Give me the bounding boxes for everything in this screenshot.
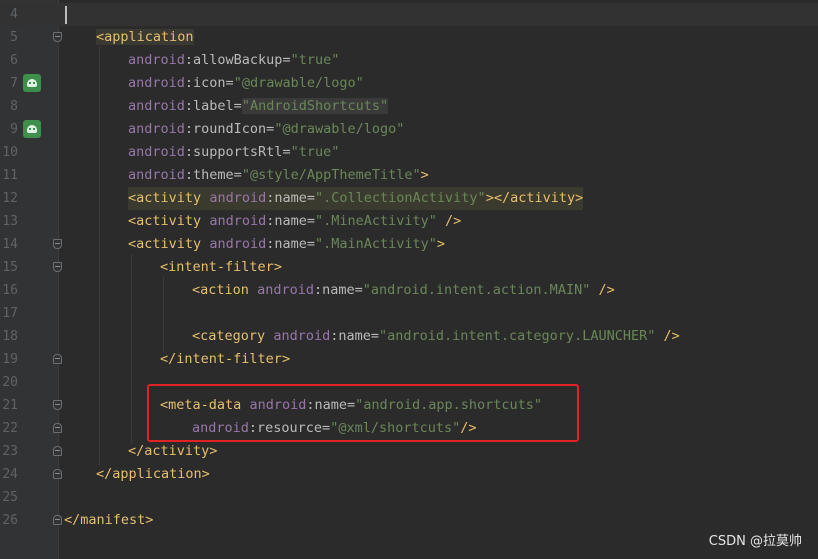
fold-toggle-icon[interactable]: [53, 32, 62, 42]
code-line[interactable]: 12 <activity android:name=".CollectionAc…: [0, 187, 818, 210]
code-line[interactable]: 17: [0, 302, 818, 325]
code-line[interactable]: 25: [0, 486, 818, 509]
text-cursor: [65, 6, 67, 24]
fold-toggle-icon[interactable]: [53, 400, 62, 410]
code-line[interactable]: 9 android:roundIcon="@drawable/logo": [0, 118, 818, 141]
code-text: <intent-filter>: [160, 259, 282, 275]
code-line[interactable]: 13 <activity android:name=".MineActivity…: [0, 210, 818, 233]
code-line[interactable]: 14 <activity android:name=".MainActivity…: [0, 233, 818, 256]
line-number: 13: [2, 214, 18, 229]
code-text: <activity android:name=".MineActivity" /…: [128, 213, 462, 229]
line-number: 20: [2, 375, 18, 390]
line-number: 17: [2, 306, 18, 321]
android-resource-icon[interactable]: [23, 74, 41, 92]
code-line[interactable]: 7 android:icon="@drawable/logo": [0, 72, 818, 95]
line-number: 16: [2, 283, 18, 298]
code-text: </activity>: [128, 443, 218, 459]
line-number: 10: [2, 145, 18, 160]
line-number: 19: [2, 352, 18, 367]
fold-toggle-icon[interactable]: [53, 354, 62, 364]
code-line[interactable]: 15 <intent-filter>: [0, 256, 818, 279]
code-text: android:allowBackup="true": [128, 52, 340, 68]
code-text: </manifest>: [64, 512, 154, 528]
fold-toggle-icon[interactable]: [53, 239, 62, 249]
code-line[interactable]: 8 android:label="AndroidShortcuts": [0, 95, 818, 118]
code-line[interactable]: 10 android:supportsRtl="true": [0, 141, 818, 164]
code-line[interactable]: 26 </manifest>: [0, 509, 818, 532]
code-line[interactable]: 19 </intent-filter>: [0, 348, 818, 371]
code-text: android:label="AndroidShortcuts": [128, 98, 389, 114]
code-line[interactable]: 6 android:allowBackup="true": [0, 49, 818, 72]
code-text: <activity android:name=".CollectionActiv…: [128, 187, 584, 210]
line-number: 26: [2, 513, 18, 528]
line-number: 21: [2, 398, 18, 413]
line-number: 4: [10, 7, 18, 22]
line-number: 18: [2, 329, 18, 344]
line-number: 9: [10, 122, 18, 137]
line-number: 15: [2, 260, 18, 275]
code-text: <activity android:name=".MainActivity">: [128, 236, 446, 252]
code-text: android:icon="@drawable/logo": [128, 75, 364, 91]
code-text: <category android:name="android.intent.c…: [192, 328, 680, 344]
fold-toggle-icon[interactable]: [53, 446, 62, 456]
line-number: 25: [2, 490, 18, 505]
fold-toggle-icon[interactable]: [53, 469, 62, 479]
line-number: 12: [2, 191, 18, 206]
code-line[interactable]: 18 <category android:name="android.inten…: [0, 325, 818, 348]
line-number: 23: [2, 444, 18, 459]
code-text: android:theme="@style/AppThemeTitle">: [128, 167, 429, 183]
line-number: 14: [2, 237, 18, 252]
code-line[interactable]: 4: [0, 3, 818, 26]
fold-toggle-icon[interactable]: [53, 262, 62, 272]
highlight-annotation-box: [147, 384, 579, 442]
code-text: <action android:name="android.intent.act…: [192, 282, 615, 298]
fold-toggle-icon[interactable]: [53, 423, 62, 433]
code-text: android:roundIcon="@drawable/logo": [128, 121, 405, 137]
code-text: <application: [96, 29, 194, 45]
line-number: 7: [10, 76, 18, 91]
code-editor[interactable]: 4 5 <application 6 android:allowBackup="…: [0, 0, 818, 559]
line-number: 8: [10, 99, 18, 114]
code-text: </application>: [96, 466, 210, 482]
code-text: </intent-filter>: [160, 351, 291, 367]
code-line[interactable]: 5 <application: [0, 26, 818, 49]
line-number: 11: [2, 168, 18, 183]
line-number: 6: [10, 53, 18, 68]
code-line[interactable]: 11 android:theme="@style/AppThemeTitle">: [0, 164, 818, 187]
code-line[interactable]: 16 <action android:name="android.intent.…: [0, 279, 818, 302]
line-number: 5: [10, 30, 18, 45]
code-line[interactable]: 24 </application>: [0, 463, 818, 486]
watermark: CSDN @拉莫帅: [708, 534, 802, 549]
line-number: 24: [2, 467, 18, 482]
line-number: 22: [2, 421, 18, 436]
android-resource-icon[interactable]: [23, 120, 41, 138]
code-line[interactable]: 23 </activity>: [0, 440, 818, 463]
fold-toggle-icon[interactable]: [53, 515, 62, 525]
code-text: android:supportsRtl="true": [128, 144, 340, 160]
